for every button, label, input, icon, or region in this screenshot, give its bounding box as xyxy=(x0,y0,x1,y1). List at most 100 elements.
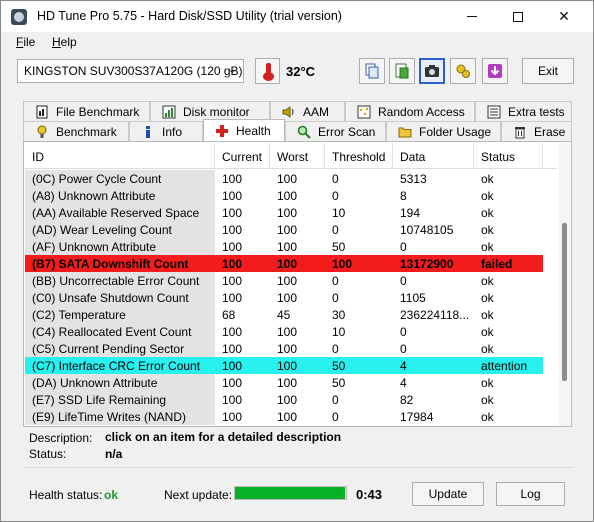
tab-disk-monitor[interactable]: Disk monitor xyxy=(150,101,270,121)
menu-file[interactable]: File xyxy=(16,35,35,49)
log-button[interactable]: Log xyxy=(496,482,565,506)
description-label: Description: xyxy=(29,431,93,445)
close-button[interactable]: ✕ xyxy=(541,1,587,32)
cell-current: 100 xyxy=(222,291,243,305)
table-row[interactable]: (C7) Interface CRC Error Count 100 100 50 4 a… xyxy=(25,357,543,374)
table-row[interactable]: (C4) Reallocated Event Count 100 100 10 0 ok xyxy=(25,323,543,340)
chevron-down-icon: ⌄ xyxy=(227,64,237,76)
tab-label: Error Scan xyxy=(318,124,376,139)
tab-benchmark[interactable]: Benchmark xyxy=(23,121,129,141)
cell-status: ok xyxy=(481,325,494,339)
table-row[interactable]: (B7) SATA Downshift Count 100 100 100 131729… xyxy=(25,255,543,272)
menu-help[interactable]: Help xyxy=(52,35,77,49)
table-row[interactable]: (E7) SSD Life Remaining 100 100 0 82 ok xyxy=(25,391,543,408)
tab-label: Info xyxy=(162,124,183,139)
cell-current: 100 xyxy=(222,342,243,356)
cell-data: 0 xyxy=(400,325,407,339)
column-header-current[interactable]: Current xyxy=(215,143,270,169)
column-header-worst[interactable]: Worst xyxy=(270,143,325,169)
screenshot-button[interactable] xyxy=(419,58,445,84)
column-header-status[interactable]: Status xyxy=(474,143,543,169)
cell-current: 100 xyxy=(222,410,243,424)
table-row[interactable]: (C5) Current Pending Sector 100 100 0 0 ok xyxy=(25,340,543,357)
tab-file-benchmark[interactable]: File Benchmark xyxy=(23,101,150,121)
vertical-scrollbar[interactable] xyxy=(559,143,571,426)
progress-fill xyxy=(235,487,345,499)
table-row[interactable]: (AD) Wear Leveling Count 100 100 0 10748105 o… xyxy=(25,221,543,238)
cell-id: (DA) Unknown Attribute xyxy=(25,374,215,391)
thermometer-button[interactable] xyxy=(255,58,280,84)
cell-id: (E9) LifeTime Writes (NAND) xyxy=(25,408,215,425)
table-row[interactable]: (0C) Power Cycle Count 100 100 0 5313 ok xyxy=(25,170,543,187)
tab-erase[interactable]: Erase xyxy=(501,121,572,141)
tab-info[interactable]: Info xyxy=(129,121,203,141)
exit-button[interactable]: Exit xyxy=(522,58,574,84)
maximize-button[interactable] xyxy=(495,1,541,32)
tab-aam[interactable]: AAM xyxy=(270,101,345,121)
cell-worst: 100 xyxy=(277,274,298,288)
table-row[interactable]: (AF) Unknown Attribute 100 100 50 0 ok xyxy=(25,238,543,255)
column-header-data[interactable]: Data xyxy=(393,143,474,169)
copy-button[interactable] xyxy=(359,58,385,84)
cell-id: (C7) Interface CRC Error Count xyxy=(32,359,201,373)
app-window: HD Tune Pro 5.75 - Hard Disk/SSD Utility… xyxy=(0,0,594,522)
tab-label: Disk monitor xyxy=(183,104,250,119)
cell-worst: 100 xyxy=(277,172,298,186)
cell-data: 0 xyxy=(400,240,407,254)
close-icon: ✕ xyxy=(558,8,570,24)
cell-data: 0 xyxy=(400,342,407,356)
tab-folder-usage[interactable]: Folder Usage xyxy=(386,121,501,141)
cell-threshold: 0 xyxy=(332,172,339,186)
tab-random-access[interactable]: Random Access xyxy=(345,101,475,121)
cell-data: 236224118... xyxy=(400,308,470,322)
cell-status: ok xyxy=(481,342,494,356)
cell-worst: 100 xyxy=(277,376,298,390)
maximize-icon xyxy=(513,11,523,22)
table-row[interactable]: (C2) Temperature 68 45 30 236224118... ok xyxy=(25,306,543,323)
options-button[interactable] xyxy=(450,58,476,84)
cell-worst: 100 xyxy=(277,189,298,203)
table-row[interactable]: (E9) LifeTime Writes (NAND) 100 100 0 17984 o… xyxy=(25,408,543,425)
extra-tests-icon xyxy=(486,104,502,120)
table-row[interactable]: (DA) Unknown Attribute 100 100 50 4 ok xyxy=(25,374,543,391)
cell-threshold: 50 xyxy=(332,240,346,254)
cell-status: ok xyxy=(481,376,494,390)
scrollbar-thumb[interactable] xyxy=(562,223,567,381)
column-header-id[interactable]: ID xyxy=(25,143,215,169)
cell-threshold: 50 xyxy=(332,376,346,390)
tab-extra-tests[interactable]: Extra tests xyxy=(475,101,572,121)
cell-threshold: 30 xyxy=(332,308,346,322)
cell-current: 100 xyxy=(222,257,243,271)
folder-icon xyxy=(397,124,413,140)
cell-status: attention xyxy=(481,359,528,373)
cell-data: 17984 xyxy=(400,410,434,424)
tab-health[interactable]: Health xyxy=(203,119,285,141)
window-title: HD Tune Pro 5.75 - Hard Disk/SSD Utility… xyxy=(37,9,342,23)
cell-current: 100 xyxy=(222,189,243,203)
update-button[interactable]: Update xyxy=(412,482,484,506)
drive-select[interactable]: KINGSTON SUV300S37A120G (120 gB) ⌄ xyxy=(17,59,244,83)
table-row[interactable]: (A8) Unknown Attribute 100 100 0 8 ok xyxy=(25,187,543,204)
status-label: Status: xyxy=(29,447,67,461)
cell-status: ok xyxy=(481,393,494,407)
tab-error-scan[interactable]: Error Scan xyxy=(285,121,386,141)
column-header-threshold[interactable]: Threshold xyxy=(325,143,393,169)
table-row[interactable]: (AA) Available Reserved Space 100 100 10 194… xyxy=(25,204,543,221)
table-row[interactable]: (C0) Unsafe Shutdown Count 100 100 0 1105 ok xyxy=(25,289,543,306)
cell-threshold: 0 xyxy=(332,189,339,203)
cell-current: 68 xyxy=(222,308,236,322)
table-row[interactable]: (BB) Uncorrectable Error Count 100 100 0 0 ok xyxy=(25,272,543,289)
countdown-timer: 0:43 xyxy=(356,487,383,502)
divider xyxy=(23,467,572,468)
health-icon xyxy=(214,123,230,139)
cell-worst: 100 xyxy=(277,325,298,339)
cell-threshold: 0 xyxy=(332,393,339,407)
download-button[interactable] xyxy=(482,58,508,84)
minimize-button[interactable] xyxy=(449,1,495,32)
health-status-value: ok xyxy=(104,488,119,502)
cell-current: 100 xyxy=(222,376,243,390)
menu-help-label: elp xyxy=(60,35,77,49)
cell-data: 8 xyxy=(400,189,407,203)
save-info-button[interactable] xyxy=(389,58,415,84)
download-icon xyxy=(488,64,502,78)
